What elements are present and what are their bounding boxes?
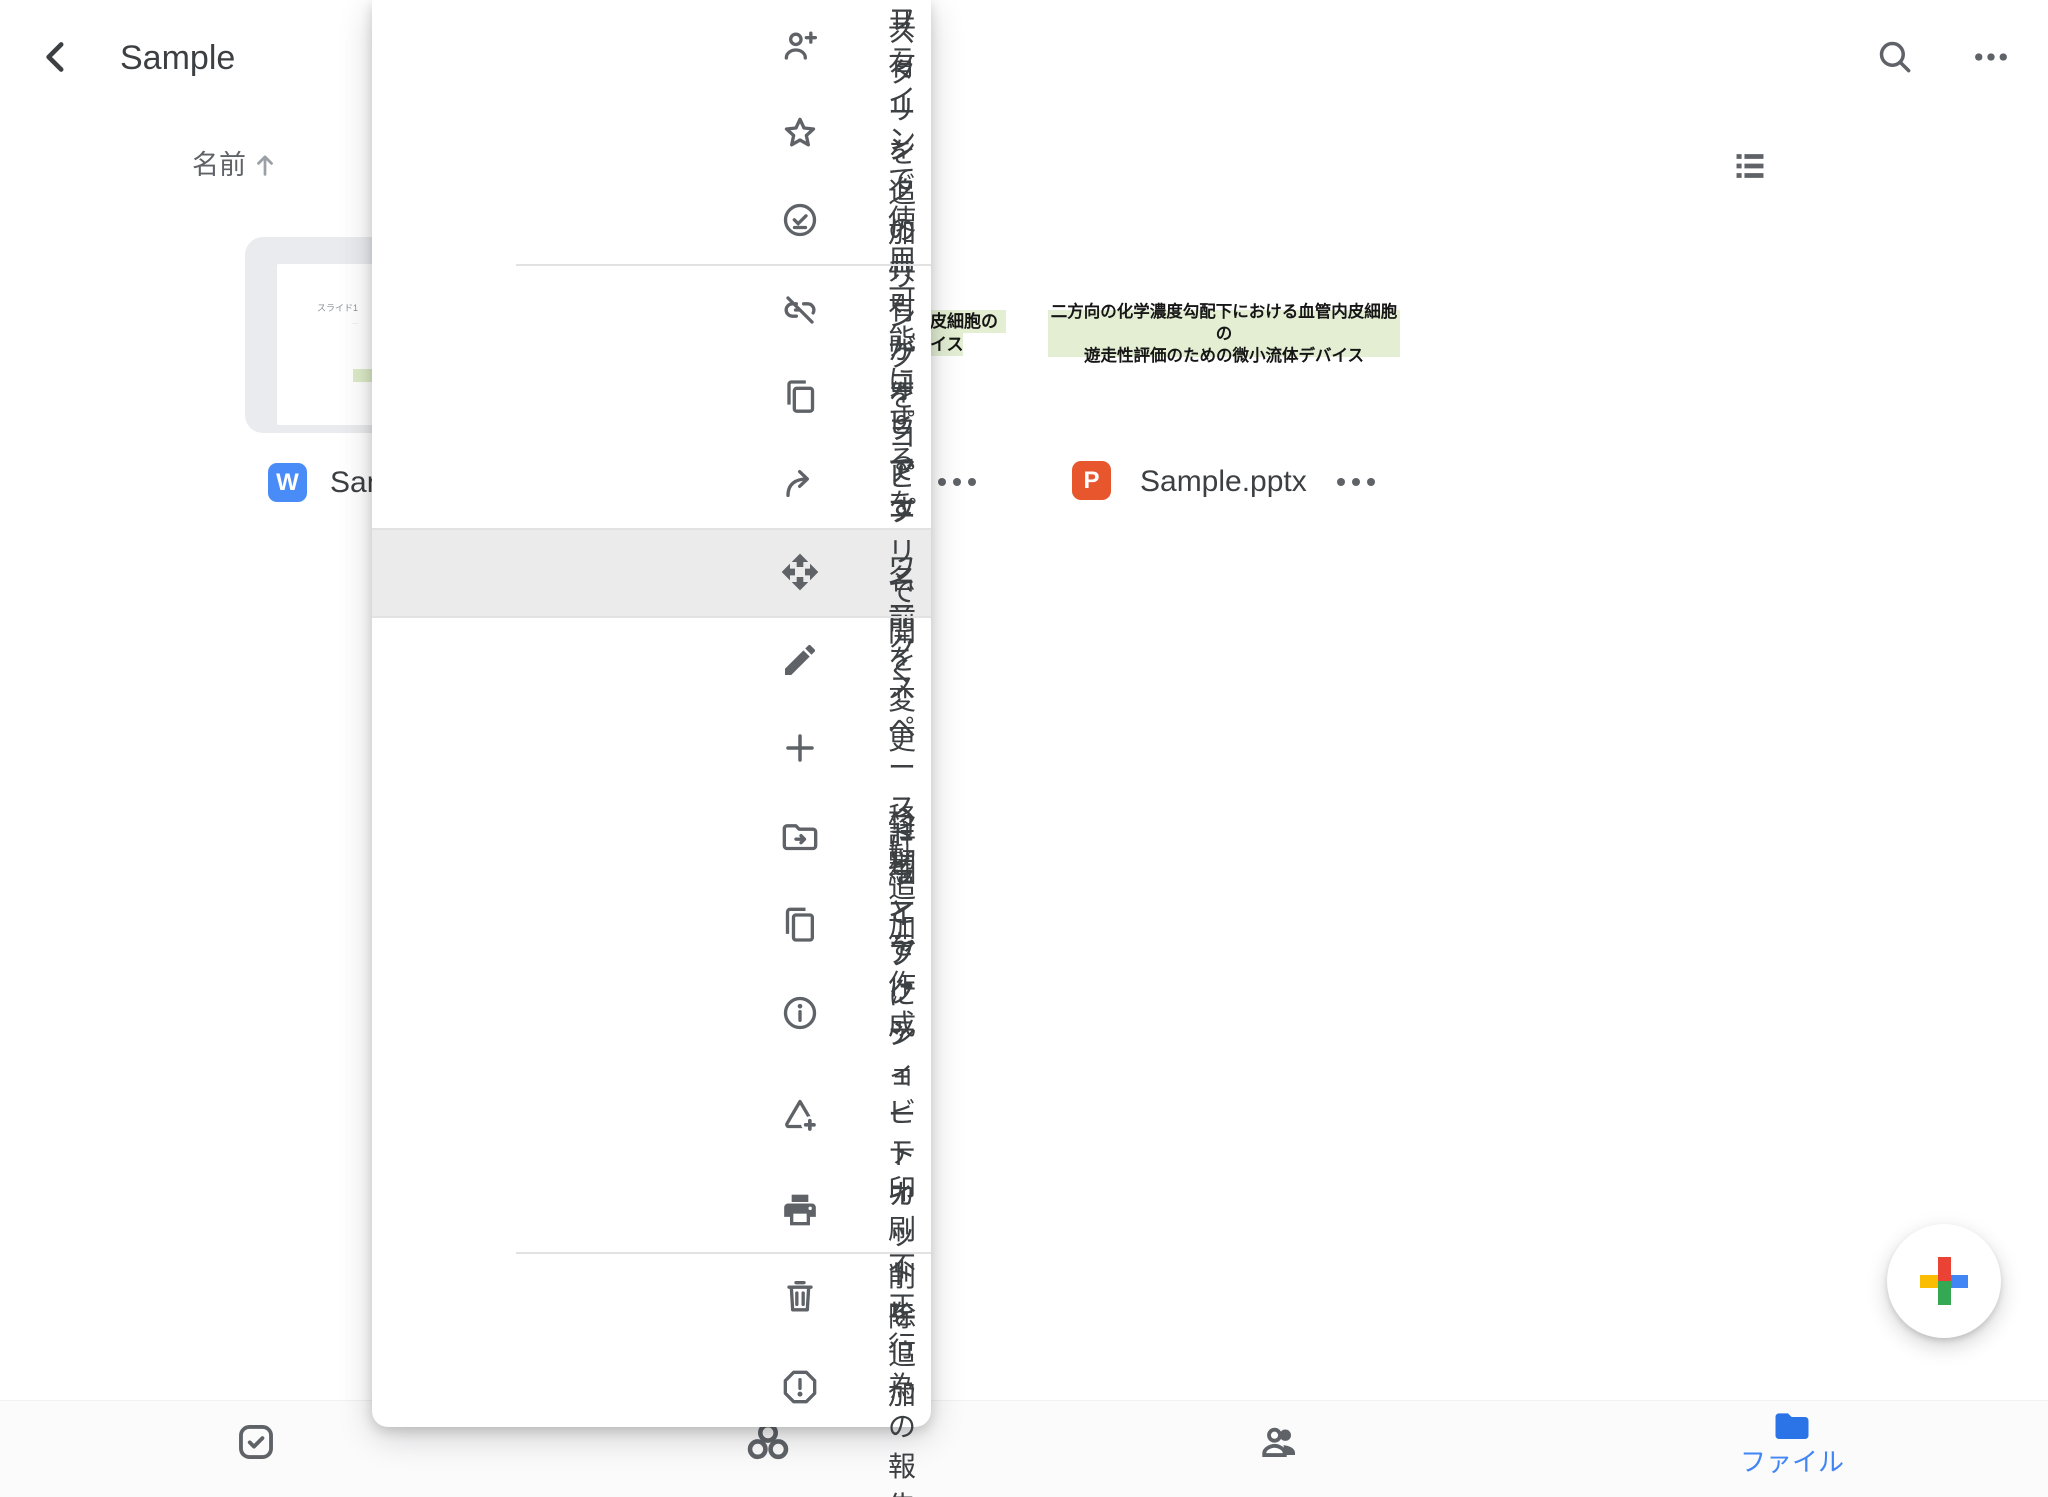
overflow-menu-button[interactable]	[1969, 35, 2013, 79]
menu-item-add-shortcut[interactable]: ドライブにショートカットを追加	[372, 1057, 931, 1173]
menu-item-label: 印刷	[888, 1170, 915, 1250]
drive-app: Sample 名前 スライド1 … 皮細胞の イス 二方向の化学濃度勾配下におけ…	[0, 0, 2048, 1497]
search-button[interactable]	[1873, 35, 1917, 79]
word-file-badge[interactable]: W	[268, 463, 307, 502]
star-icon	[780, 113, 820, 153]
menu-item-add-star[interactable]: スターを追加	[372, 89, 931, 177]
slide-title-fragment: 皮細胞の	[930, 310, 1006, 333]
menu-divider	[372, 528, 931, 530]
create-fab[interactable]	[1887, 1224, 2001, 1338]
menu-item-add-to-workspace[interactable]: ワークスペースに追加	[372, 704, 931, 792]
folder-icon	[1770, 1406, 1814, 1450]
bottom-nav-bar: ファイル	[0, 1400, 2048, 1497]
sort-label: 名前	[192, 148, 246, 182]
folder-move-icon	[780, 818, 820, 858]
list-view-icon	[1731, 147, 1769, 185]
report-icon	[780, 1367, 820, 1407]
menu-item-rename[interactable]: 名前を変更	[372, 616, 931, 704]
menu-item-open-with-app[interactable]: アプリで開く	[372, 528, 931, 616]
context-menu: 共有スターを追加オフラインで使用可能にするリンクの共有がオフですリンクをコピーコ…	[372, 0, 931, 1427]
link-off-icon	[780, 290, 820, 330]
trash-icon	[780, 1277, 820, 1317]
menu-item-delete[interactable]: 削除	[372, 1253, 931, 1341]
nav-item-tasks[interactable]	[156, 1401, 356, 1497]
menu-item-move[interactable]: 移動	[372, 794, 931, 882]
menu-divider	[372, 616, 931, 618]
plus-icon	[780, 728, 820, 768]
open-with-icon	[780, 552, 820, 592]
menu-item-label: 不正行為の報告	[888, 1247, 915, 1497]
tasks-check-icon	[234, 1420, 278, 1464]
slide-title-line: 遊走性評価のための微小流体デバイス	[1084, 345, 1364, 367]
thumbnail-green-strip	[353, 369, 372, 382]
file-name[interactable]: Sample.pptx	[1140, 463, 1307, 501]
back-button[interactable]	[35, 35, 79, 79]
list-view-toggle[interactable]	[1731, 147, 1769, 185]
menu-item-send-copy[interactable]: コピーを送信	[372, 440, 931, 528]
back-arrow-icon	[37, 37, 77, 77]
person-add-icon	[780, 26, 820, 66]
nav-item-shared[interactable]	[1180, 1401, 1380, 1497]
arrow-up-icon	[250, 150, 280, 180]
slide-title-fragment: イス	[930, 333, 963, 356]
menu-item-copy-link[interactable]: リンクをコピー	[372, 353, 931, 441]
thumbnail-slide-text: スライド1	[317, 301, 358, 314]
powerpoint-file-badge[interactable]: P	[1072, 461, 1111, 500]
menu-divider	[516, 1252, 931, 1254]
file-more-button[interactable]	[938, 476, 976, 488]
more-horiz-icon	[1970, 36, 2012, 78]
file-card-thumbnail[interactable]: 二方向の化学濃度勾配下における血管内皮細胞の 遊走性評価のための微小流体デバイス	[1048, 310, 1400, 357]
menu-divider	[516, 264, 931, 266]
print-icon	[780, 1190, 820, 1230]
menu-item-offline[interactable]: オフラインで使用可能にする	[372, 176, 931, 264]
menu-item-share[interactable]: 共有	[372, 2, 931, 90]
people-icon	[1258, 1420, 1302, 1464]
menu-item-details-activity[interactable]: 詳細とアクティビティ	[372, 969, 931, 1057]
sort-control[interactable]: 名前	[192, 148, 280, 182]
menu-item-print[interactable]: 印刷	[372, 1166, 931, 1254]
search-icon	[1874, 36, 1916, 78]
copy-icon	[780, 377, 820, 417]
file-copy-icon	[780, 905, 820, 945]
thumbnail-tiny-text: …	[352, 320, 358, 326]
pencil-icon	[780, 640, 820, 680]
info-icon	[780, 993, 820, 1033]
offline-pin-icon	[780, 200, 820, 240]
page-title: Sample	[120, 36, 235, 80]
file-more-button[interactable]	[1337, 476, 1375, 488]
drive-shortcut-icon	[780, 1095, 820, 1135]
nav-item-files[interactable]: ファイル	[1692, 1401, 1892, 1497]
menu-item-link-sharing-off[interactable]: リンクの共有がオフです	[372, 266, 931, 354]
menu-item-report-abuse[interactable]: 不正行為の報告	[372, 1343, 931, 1431]
nav-item-label: ファイル	[1740, 1449, 1844, 1475]
forward-arrow-icon	[780, 464, 820, 504]
slide-title-line: 二方向の化学濃度勾配下における血管内皮細胞の	[1048, 301, 1400, 345]
menu-item-make-copy[interactable]: コピーを作成	[372, 881, 931, 969]
